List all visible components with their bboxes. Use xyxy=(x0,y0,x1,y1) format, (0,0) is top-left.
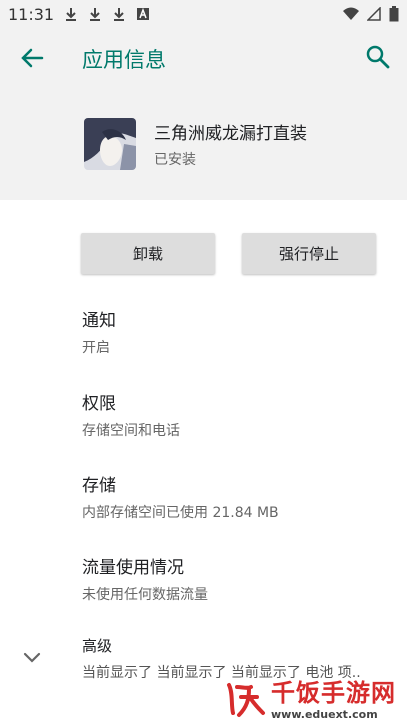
uninstall-button[interactable]: 卸载 xyxy=(81,233,215,274)
page-title: 应用信息 xyxy=(82,48,166,72)
wifi-icon xyxy=(343,7,359,20)
app-notification-icon xyxy=(137,7,150,20)
watermark: 千饭手游网 www.eduext.com xyxy=(223,671,403,723)
pref-title: 高级 xyxy=(82,637,113,655)
pref-summary: 未使用任何数据流量 xyxy=(82,587,208,603)
toolbar: 应用信息 xyxy=(0,28,407,88)
app-info: 三角洲威龙漏打直装 已安装 xyxy=(84,118,307,170)
status-bar: 11:31 xyxy=(0,0,407,28)
pref-title: 权限 xyxy=(82,394,116,414)
pref-permissions[interactable]: 权限 存储空间和电话 xyxy=(82,389,180,440)
pref-title: 存储 xyxy=(82,476,116,496)
watermark-text: 千饭手游网 xyxy=(271,679,396,707)
app-name: 三角洲威龙漏打直装 xyxy=(154,124,307,144)
pref-summary: 开启 xyxy=(82,340,110,356)
app-icon xyxy=(84,118,136,170)
pref-title: 流量使用情况 xyxy=(82,558,184,578)
pref-summary: 存储空间和电话 xyxy=(82,423,180,439)
pref-storage[interactable]: 存储 内部存储空间已使用 21.84 MB xyxy=(82,471,279,522)
pref-notifications[interactable]: 通知 开启 xyxy=(82,306,116,357)
watermark-logo-icon xyxy=(225,677,265,717)
download-icon xyxy=(114,8,125,21)
watermark-url: www.eduext.com xyxy=(271,708,378,721)
chevron-down-icon[interactable] xyxy=(20,645,44,669)
force-stop-button[interactable]: 强行停止 xyxy=(242,233,376,274)
app-install-status: 已安装 xyxy=(154,152,196,168)
pref-summary: 内部存储空间已使用 21.84 MB xyxy=(82,505,279,521)
signal-icon xyxy=(367,7,381,21)
pref-title: 通知 xyxy=(82,311,116,331)
search-icon[interactable] xyxy=(365,44,391,70)
status-time: 11:31 xyxy=(8,4,55,24)
back-arrow-icon[interactable] xyxy=(18,44,46,72)
system-icons xyxy=(343,6,399,22)
app-header: 应用信息 三角洲威龙漏打直装 已安装 xyxy=(0,28,407,200)
action-buttons: 卸载 强行停止 xyxy=(81,233,376,274)
battery-icon xyxy=(389,6,399,22)
pref-data-usage[interactable]: 流量使用情况 未使用任何数据流量 xyxy=(82,553,208,604)
download-icon xyxy=(66,8,77,21)
download-icon xyxy=(90,8,101,21)
notification-icons xyxy=(64,7,150,21)
